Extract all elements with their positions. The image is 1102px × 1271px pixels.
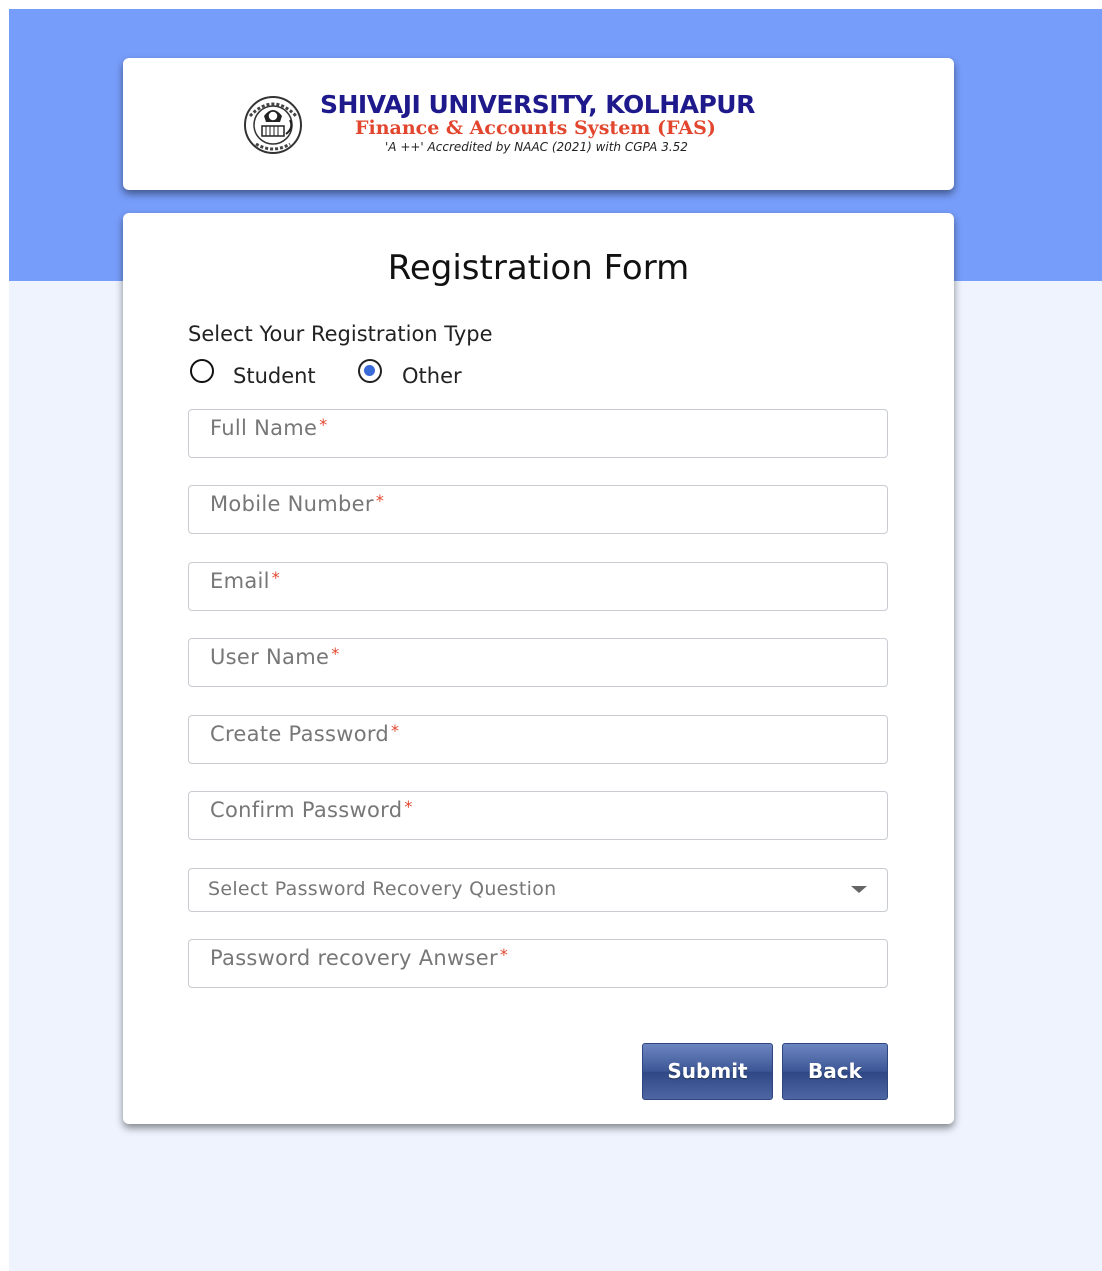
radio-other[interactable] [358,359,382,383]
system-name: Finance & Accounts System (FAS) [355,117,716,139]
confirm-password-placeholder: Confirm Password [210,798,403,822]
form-title: Registration Form [387,248,690,288]
radio-student-label[interactable]: Student [233,364,316,388]
radio-student[interactable] [190,359,214,383]
university-seal-icon [244,96,302,154]
dropdown-caret-icon [851,886,867,893]
create-password-input[interactable]: Create Password * [188,715,888,764]
email-input[interactable]: Email * [188,562,888,611]
recovery-question-select[interactable]: Select Password Recovery Question [188,868,888,912]
required-marker: * [375,491,385,510]
required-marker: * [391,721,400,740]
mobile-number-input[interactable]: Mobile Number * [188,485,888,534]
full-name-placeholder: Full Name [210,416,318,440]
submit-button[interactable]: Submit [642,1043,773,1100]
back-button[interactable]: Back [782,1043,888,1100]
recovery-answer-input[interactable]: Password recovery Anwser * [188,939,888,988]
required-marker: * [404,797,413,816]
required-marker: * [499,945,509,964]
create-password-placeholder: Create Password [210,722,390,746]
user-name-input[interactable]: User Name * [188,638,888,687]
required-marker: * [331,644,340,663]
required-marker: * [271,568,281,587]
required-marker: * [319,415,328,434]
email-placeholder: Email [210,569,270,593]
registration-type-label: Select Your Registration Type [188,322,493,346]
recovery-answer-placeholder: Password recovery Anwser [210,946,498,970]
accreditation-text: 'A ++' Accredited by NAAC (2021) with CG… [385,140,688,154]
radio-other-label[interactable]: Other [402,364,462,388]
mobile-number-placeholder: Mobile Number [210,492,374,516]
user-name-placeholder: User Name [210,645,330,669]
confirm-password-input[interactable]: Confirm Password * [188,791,888,840]
recovery-question-selected: Select Password Recovery Question [208,878,557,900]
university-name: SHIVAJI UNIVERSITY, KOLHAPUR [320,90,755,119]
full-name-input[interactable]: Full Name * [188,409,888,458]
